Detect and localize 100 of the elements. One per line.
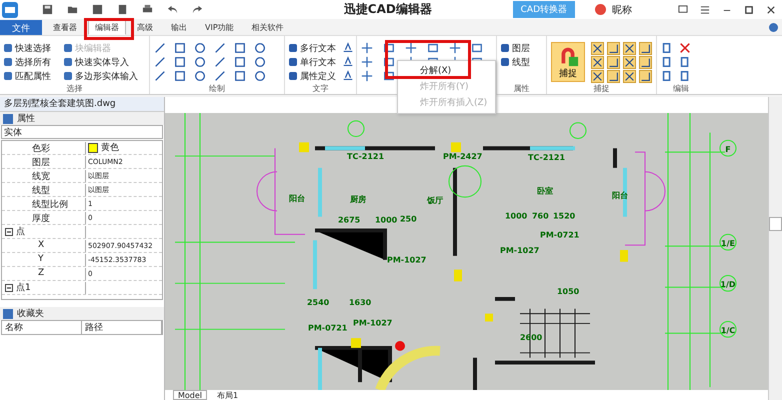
snap-button[interactable]: 捕捉: [551, 42, 585, 82]
ribbon-tab[interactable]: 高级: [130, 20, 160, 35]
column-header[interactable]: 名称: [2, 321, 82, 334]
edit-tool-icon[interactable]: [661, 42, 673, 54]
drawing-tool-icon[interactable]: [194, 42, 206, 54]
snap-mode-icon[interactable]: [607, 56, 620, 69]
drawing-tool-icon[interactable]: [194, 56, 206, 68]
modify-tool-icon[interactable]: [383, 42, 395, 54]
edit-tool-icon[interactable]: [661, 70, 673, 82]
drawing-tool-icon[interactable]: [174, 56, 186, 68]
edit-tool-icon[interactable]: [679, 70, 691, 82]
edit-tool-icon[interactable]: [679, 56, 691, 68]
property-name: 厚度: [2, 212, 86, 224]
ribbon-button[interactable]: 选择所有: [4, 56, 58, 68]
snap-mode-icon[interactable]: [639, 70, 652, 83]
folder-icon[interactable]: [67, 4, 78, 15]
drawing-tool-icon[interactable]: [234, 42, 246, 54]
edit-tool-icon[interactable]: [679, 42, 691, 54]
printer-icon[interactable]: [142, 4, 153, 15]
favorites-icon: [3, 308, 13, 318]
modify-tool-icon[interactable]: [471, 42, 483, 54]
drawing-tool-icon[interactable]: [154, 56, 166, 68]
ribbon-button[interactable]: 快速实体导入: [64, 56, 145, 68]
collapse-icon[interactable]: [5, 284, 13, 292]
text-tool-icon[interactable]: [342, 56, 354, 68]
feedback-icon[interactable]: [678, 4, 688, 14]
ribbon-button[interactable]: 多边形实体输入: [64, 70, 145, 82]
ribbon-button[interactable]: 多行文本: [289, 42, 336, 54]
drawing-tool-icon[interactable]: [254, 56, 266, 68]
property-group[interactable]: 点1: [16, 281, 31, 294]
snap-mode-icon[interactable]: [607, 42, 620, 55]
column-header[interactable]: 路径: [82, 321, 162, 334]
menu-icon[interactable]: [700, 4, 710, 14]
color-dropdown[interactable]: 黄色: [86, 141, 162, 154]
drawing-tool-icon[interactable]: [154, 70, 166, 82]
modify-tool-icon[interactable]: [383, 70, 395, 82]
drawing-tool-icon[interactable]: [194, 70, 206, 82]
text-tool-icon[interactable]: [342, 70, 354, 82]
modify-tool-icon[interactable]: [405, 42, 417, 54]
ribbon-tab[interactable]: VIP功能: [198, 20, 241, 35]
scrollbar[interactable]: [768, 97, 782, 400]
properties-icon: [3, 114, 13, 124]
property-name: 线宽: [2, 170, 86, 182]
ribbon-button[interactable]: 线型: [501, 56, 542, 68]
ribbon-tab[interactable]: 输出: [164, 20, 194, 35]
ribbon-tab[interactable]: 文件: [0, 20, 42, 35]
drawing-tool-icon[interactable]: [214, 42, 226, 54]
ribbon-button[interactable]: 匹配属性: [4, 70, 58, 82]
snap-mode-icon[interactable]: [623, 42, 636, 55]
ribbon-button[interactable]: 属性定义: [289, 70, 336, 82]
panel-title: 属性: [17, 112, 35, 125]
modify-tool-icon[interactable]: [449, 42, 461, 54]
modify-tool-icon[interactable]: [361, 70, 373, 82]
undo-icon[interactable]: [167, 4, 178, 15]
drawing-tool-icon[interactable]: [214, 56, 226, 68]
snap-mode-icon[interactable]: [639, 42, 652, 55]
drawing-tool-icon[interactable]: [234, 56, 246, 68]
document-icon[interactable]: [117, 4, 128, 15]
snap-mode-icon[interactable]: [639, 56, 652, 69]
drawing-tool-icon[interactable]: [214, 70, 226, 82]
drawing-tool-icon[interactable]: [174, 42, 186, 54]
group-label: 捕捉: [592, 84, 610, 94]
snap-mode-icon[interactable]: [591, 70, 604, 83]
property-group[interactable]: 点: [16, 225, 25, 238]
drawing-tool-icon[interactable]: [254, 42, 266, 54]
snap-mode-icon[interactable]: [607, 70, 620, 83]
collapse-icon[interactable]: [5, 228, 13, 236]
text-tool-icon[interactable]: [342, 42, 354, 54]
ribbon-button[interactable]: 单行文本: [289, 56, 336, 68]
ribbon-tab[interactable]: 编辑器: [88, 20, 126, 35]
user-avatar-icon: [595, 4, 606, 15]
layout-tab[interactable]: Model: [173, 390, 208, 400]
document-tab[interactable]: 多层别墅核全套建筑图.dwg: [0, 97, 164, 112]
drawing-tool-icon[interactable]: [234, 70, 246, 82]
modify-tool-icon[interactable]: [361, 42, 373, 54]
property-name: X: [2, 240, 86, 252]
close-icon[interactable]: [766, 4, 776, 14]
ribbon-tab[interactable]: 相关软件: [244, 20, 291, 35]
drawing-tool-icon[interactable]: [174, 70, 186, 82]
layout-tab[interactable]: 布局1: [213, 390, 242, 400]
property-name: 线型比例: [2, 198, 86, 210]
ribbon-tab[interactable]: 查看器: [46, 20, 84, 35]
snap-mode-icon[interactable]: [623, 56, 636, 69]
entity-type-dropdown[interactable]: 实体: [1, 125, 163, 139]
maximize-icon[interactable]: [744, 4, 754, 14]
modify-tool-icon[interactable]: [427, 42, 439, 54]
redo-icon[interactable]: [192, 4, 203, 15]
property-name: 线型: [2, 184, 86, 196]
snap-mode-icon[interactable]: [623, 70, 636, 83]
ribbon-button[interactable]: 图层: [501, 42, 542, 54]
modify-tool-icon[interactable]: [361, 56, 373, 68]
drawing-tool-icon[interactable]: [154, 42, 166, 54]
group-label: 属性: [512, 84, 530, 94]
user-name[interactable]: 昵称: [612, 2, 632, 16]
snap-mode-icon[interactable]: [591, 42, 604, 55]
edit-tool-icon[interactable]: [661, 56, 673, 68]
modify-tool-icon[interactable]: [383, 56, 395, 68]
snap-mode-icon[interactable]: [591, 56, 604, 69]
ribbon-button[interactable]: 快速选择: [4, 42, 58, 54]
drawing-tool-icon[interactable]: [254, 70, 266, 82]
